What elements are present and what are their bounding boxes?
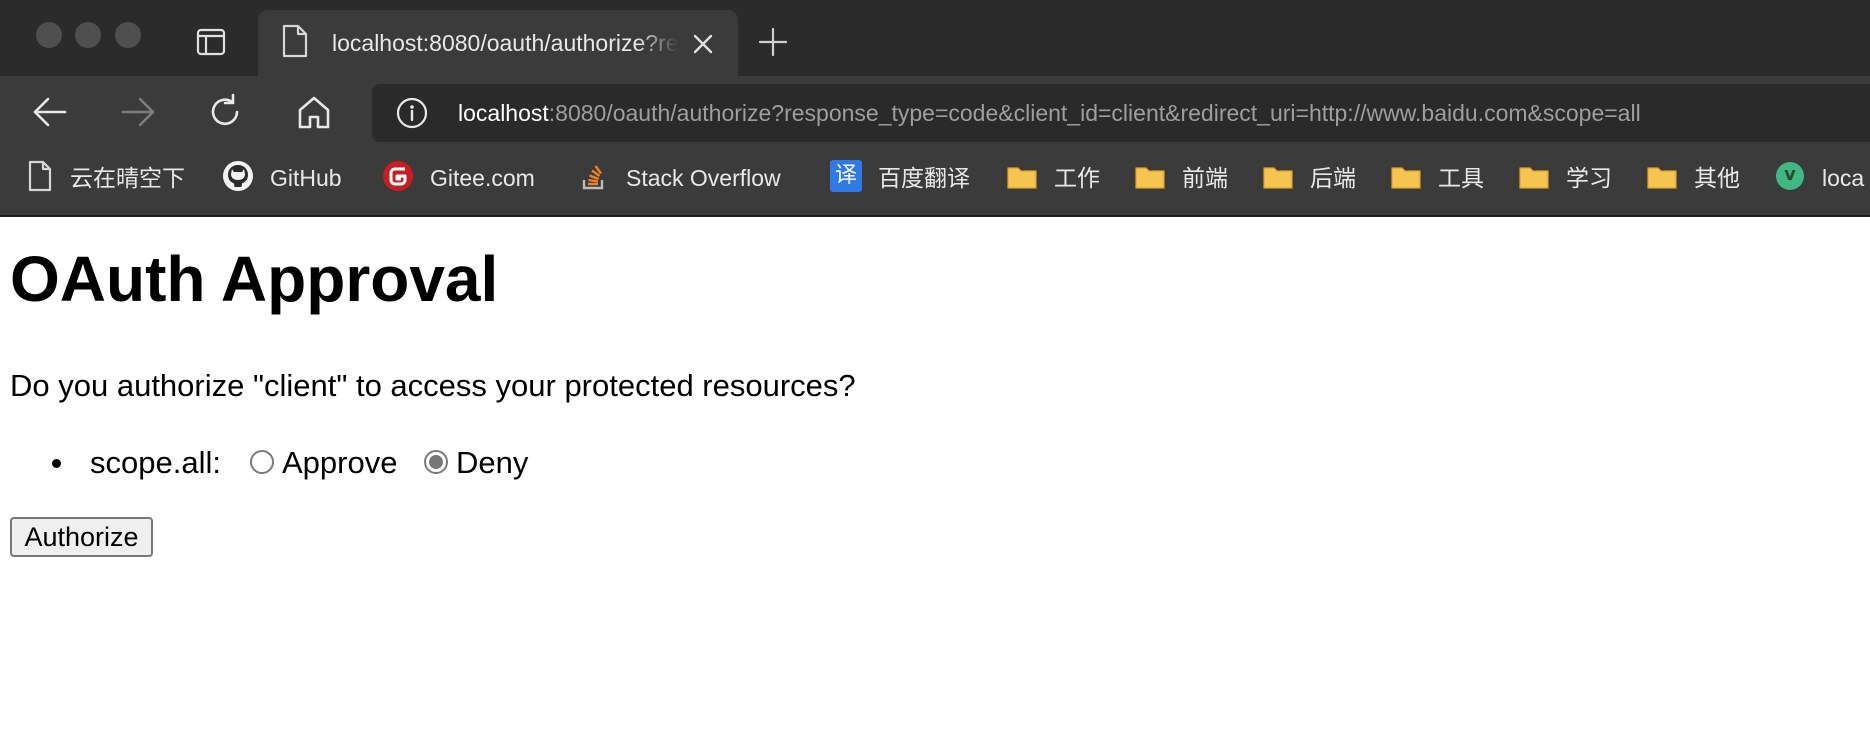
folder-icon [1135,167,1165,189]
approve-radio[interactable] [250,450,274,474]
browser-chrome: localhost:8080/oauth/authorize?response_… [0,0,1870,217]
bookmark-stackoverflow[interactable]: Stack Overflow [578,160,810,196]
list-bullet [52,459,61,468]
baidu-translate-icon: 译 [830,160,862,192]
forward-icon[interactable] [119,93,157,131]
scope-label: scope.all: [90,445,221,480]
window-close-light[interactable] [36,22,62,48]
page-content: OAuth Approval Do you authorize "client"… [0,217,1870,732]
bookmark-label: 其他 [1694,165,1740,191]
bookmark-label: 学习 [1566,165,1612,191]
bookmark-label: 工作 [1054,165,1100,191]
bookmark-folder-study[interactable]: 学习 [1518,160,1628,196]
github-icon [223,161,253,191]
bookmark-label: loca [1822,165,1865,191]
vue-icon: v [1776,162,1804,190]
bookmark-label: Stack Overflow [626,165,781,191]
bookmark-label: 前端 [1182,165,1228,191]
deny-label[interactable]: Deny [456,443,528,483]
bookmark-label: 后端 [1310,165,1356,191]
folder-icon [1263,167,1293,189]
bookmark-local[interactable]: v loca [1776,160,1870,196]
folder-icon [1647,167,1677,189]
reload-icon[interactable] [206,93,244,131]
page-icon [28,160,52,192]
tab-close-icon[interactable] [690,31,716,57]
sidebar-toggle-icon[interactable] [196,28,226,56]
site-info-icon[interactable] [396,97,428,129]
folder-icon [1391,167,1421,189]
address-bar[interactable]: localhost:8080/oauth/authorize?response_… [372,84,1870,142]
bookmark-folder-tools[interactable]: 工具 [1390,160,1500,196]
bookmark-label: 工具 [1438,165,1484,191]
bookmark-yunzaiqingkongxia[interactable]: 云在晴空下 [24,160,194,196]
authorize-button[interactable]: Authorize [10,517,153,557]
bookmark-folder-work[interactable]: 工作 [1006,160,1116,196]
tab-bar: localhost:8080/oauth/authorize?response_… [0,0,1870,76]
stackoverflow-icon [582,165,604,190]
gitee-icon [383,161,413,191]
bookmark-folder-frontend[interactable]: 前端 [1134,160,1244,196]
url-host: localhost [458,100,549,126]
bookmark-folder-other[interactable]: 其他 [1646,160,1756,196]
deny-radio[interactable] [424,450,448,474]
window-zoom-light[interactable] [115,22,141,48]
authorization-question: Do you authorize "client" to access your… [10,368,856,403]
new-tab-icon[interactable] [758,27,788,57]
tab-title: localhost:8080/oauth/authorize?response_… [332,30,678,56]
active-tab[interactable]: localhost:8080/oauth/authorize?response_… [258,10,738,76]
bookmark-gitee[interactable]: Gitee.com [382,160,552,196]
bookmark-folder-backend[interactable]: 后端 [1262,160,1372,196]
url-path: :8080/oauth/authorize?response_type=code… [548,100,1641,126]
page-title: OAuth Approval [10,243,499,315]
url-text: localhost:8080/oauth/authorize?response_… [458,98,1641,128]
folder-icon [1519,167,1549,189]
bookmark-label: 百度翻译 [878,165,970,191]
page-icon [282,24,308,58]
folder-icon [1007,167,1037,189]
window-minimize-light[interactable] [75,22,101,48]
bookmarks-bar: 云在晴空下 GitHub Gitee.com Stack Overflow 译 … [0,152,1870,202]
bookmark-github[interactable]: GitHub [222,160,352,196]
home-icon[interactable] [295,93,333,131]
back-icon[interactable] [31,93,69,131]
bookmark-label: GitHub [270,165,342,191]
bookmark-baidu-translate[interactable]: 译 百度翻译 [830,160,980,196]
approve-label[interactable]: Approve [282,443,397,483]
bookmark-label: Gitee.com [430,165,535,191]
bookmark-label: 云在晴空下 [70,165,185,191]
